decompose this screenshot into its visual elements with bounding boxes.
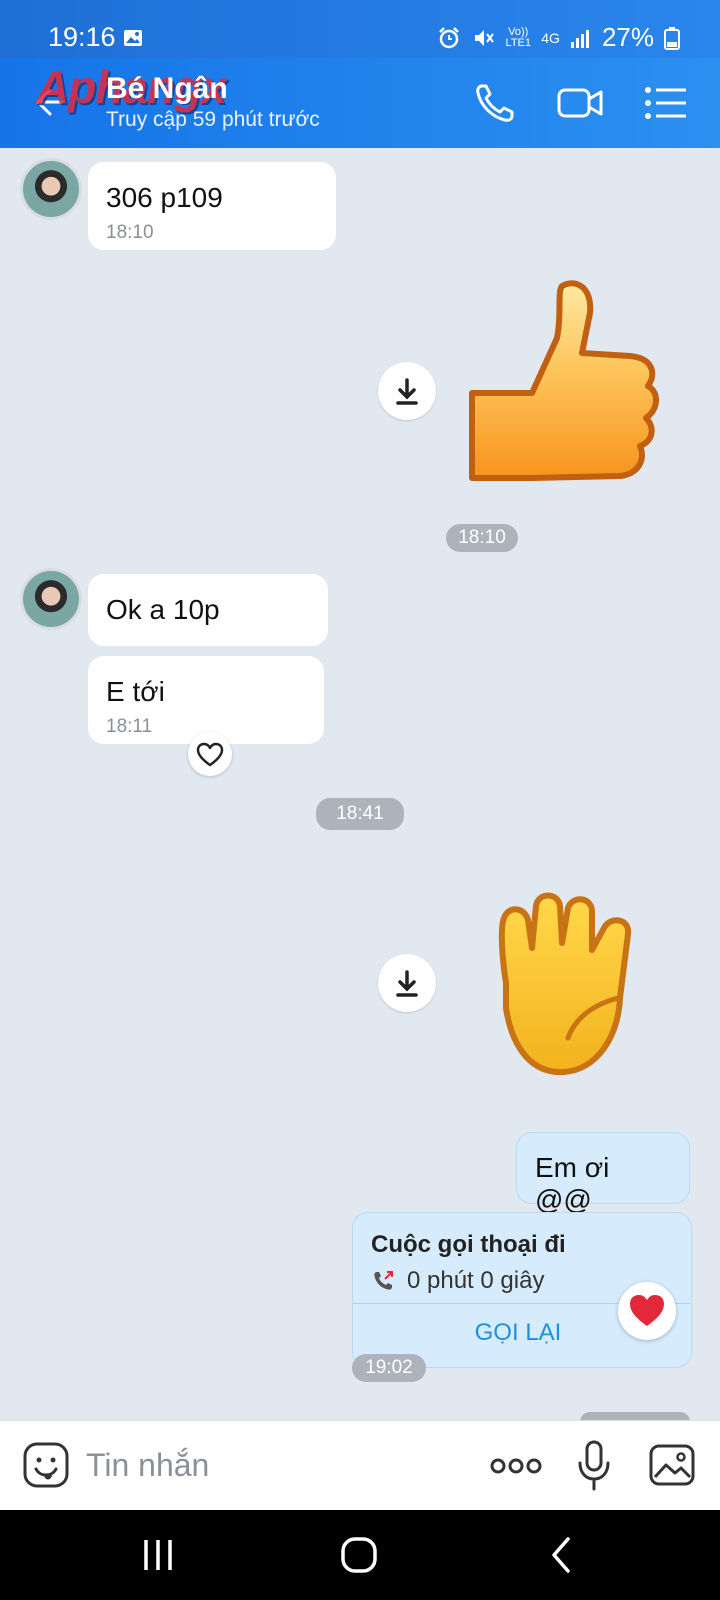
call-duration: 0 phút 0 giây bbox=[407, 1267, 545, 1294]
call-title: Cuộc gọi thoại đi bbox=[371, 1231, 566, 1258]
message-text: 306 p109 bbox=[106, 182, 223, 213]
message-text: E tới bbox=[106, 676, 165, 707]
home-icon[interactable] bbox=[340, 1536, 378, 1574]
mute-icon bbox=[475, 29, 495, 46]
image-picker-icon[interactable] bbox=[648, 1443, 696, 1487]
network-type: 4G bbox=[541, 29, 560, 46]
status-bar: 19:16 Vo)) LTE1 4G 27% bbox=[0, 0, 720, 58]
heart-outline-icon bbox=[196, 742, 224, 767]
heart-filled-icon bbox=[630, 1295, 664, 1326]
system-nav-bar bbox=[0, 1510, 720, 1600]
received-message[interactable]: 306 p109 18:10 bbox=[88, 162, 336, 250]
message-text: Ok a 10p bbox=[106, 594, 220, 625]
received-message[interactable]: E tới 18:11 bbox=[88, 656, 324, 744]
contact-avatar[interactable] bbox=[20, 568, 82, 630]
status-time: 19:16 bbox=[48, 22, 116, 52]
battery-percent: 27% bbox=[601, 22, 654, 52]
alarm-icon bbox=[439, 26, 460, 48]
message-time: 18:10 bbox=[106, 222, 154, 243]
timestamp-pill: 19:02 bbox=[352, 1354, 426, 1382]
message-text: Em ơi @@ bbox=[535, 1152, 610, 1215]
chat-header: Aphangx Bé Ngân Truy cập 59 phút trước bbox=[0, 58, 720, 148]
volte-indicator: Vo)) LTE1 bbox=[505, 25, 531, 49]
contact-name[interactable]: Bé Ngân bbox=[106, 72, 228, 106]
voice-call-icon[interactable] bbox=[470, 78, 520, 128]
video-call-icon[interactable] bbox=[556, 78, 606, 128]
microphone-icon[interactable] bbox=[576, 1439, 612, 1493]
message-composer: Tin nhắn bbox=[0, 1420, 720, 1511]
sticker-icon[interactable] bbox=[22, 1441, 70, 1489]
download-button[interactable] bbox=[378, 362, 436, 420]
last-seen-status: Truy cập 59 phút trước bbox=[106, 108, 320, 131]
timestamp-pill-partial bbox=[580, 1412, 690, 1420]
react-heart-button[interactable] bbox=[188, 732, 232, 776]
thumbs-up-sticker[interactable] bbox=[462, 278, 672, 493]
download-button[interactable] bbox=[378, 954, 436, 1012]
timestamp-pill: 18:10 bbox=[446, 524, 518, 552]
raised-hand-sticker[interactable] bbox=[486, 888, 666, 1080]
received-message[interactable]: Ok a 10p bbox=[88, 574, 328, 646]
download-icon bbox=[396, 378, 418, 405]
gallery-notification-icon bbox=[124, 30, 142, 46]
message-list[interactable]: 306 p109 18:10 18:10 Ok a 10p E tới 18:1… bbox=[0, 148, 720, 1420]
react-heart-button[interactable] bbox=[618, 1282, 676, 1340]
outgoing-call-icon bbox=[374, 1271, 393, 1290]
timestamp-divider: 18:41 bbox=[316, 798, 404, 830]
sent-message[interactable]: Em ơi @@ bbox=[516, 1132, 690, 1215]
more-options-icon[interactable] bbox=[490, 1451, 542, 1481]
status-icons: Vo)) LTE1 4G 27% bbox=[437, 22, 680, 53]
contact-avatar[interactable] bbox=[20, 158, 82, 220]
signal-icon bbox=[570, 29, 589, 48]
battery-icon bbox=[664, 26, 680, 50]
message-input[interactable]: Tin nhắn bbox=[86, 1447, 209, 1484]
download-icon bbox=[396, 970, 418, 997]
back-nav-icon[interactable] bbox=[548, 1536, 576, 1574]
menu-list-icon[interactable] bbox=[642, 78, 692, 128]
recent-apps-icon[interactable] bbox=[140, 1538, 176, 1572]
